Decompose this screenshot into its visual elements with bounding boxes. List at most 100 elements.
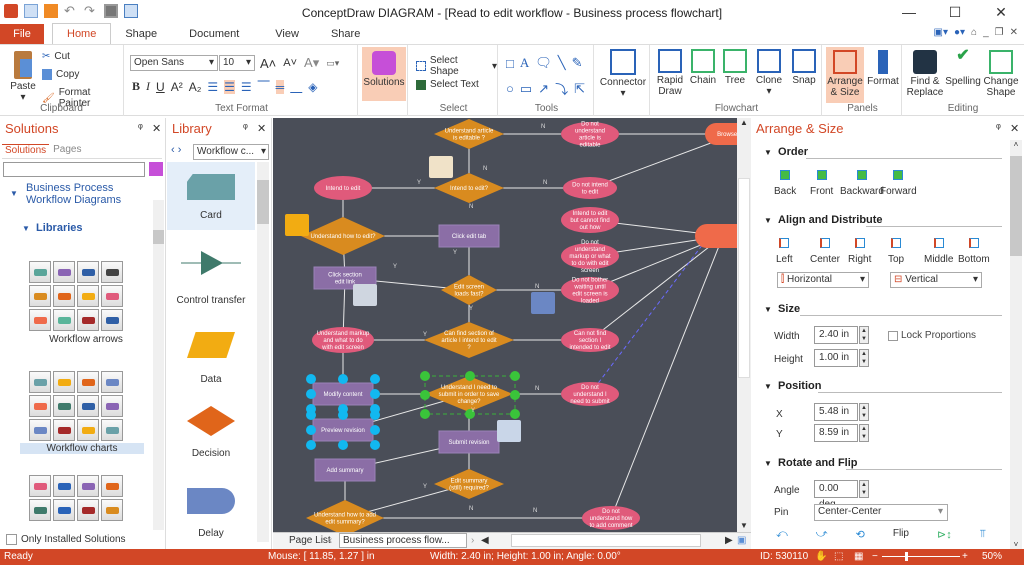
textbox-tool-icon[interactable]: ▭ [520,81,532,97]
selection-handle[interactable] [306,425,316,435]
layout-icon[interactable]: ▣▾ [934,27,948,38]
library-shape-tile[interactable] [53,395,75,417]
library-shape-tile[interactable] [29,475,51,497]
lock-proportions-checkbox[interactable]: Lock Proportions [888,330,976,341]
copy-button[interactable]: Copy [42,69,79,80]
maximize-button[interactable]: ☐ [932,0,978,24]
tab-solutions[interactable]: Solutions [2,144,50,158]
rotate-right-icon[interactable]: ⤻ [816,528,828,541]
tab-view[interactable]: View [257,24,317,44]
pin-select[interactable]: Center-Center ▾ [814,504,948,521]
flow-ellipse[interactable]: Do notunderstand Ineed to submit [561,382,619,406]
height-spinner[interactable]: ▲ ▼ [859,349,869,367]
flip-horizontal-icon[interactable]: ⫪ [980,528,986,541]
flow-ellipse[interactable]: Understand markupand what to dowith edit… [312,327,374,353]
pin-icon[interactable]: ᵠ [138,122,143,134]
library-shape-tile[interactable] [101,261,123,283]
width-input[interactable]: 2.40 in [814,326,858,344]
flow-ellipse[interactable]: Do not botherwaiting untiledit screen is… [561,277,619,305]
selection-handle[interactable] [306,410,316,420]
scroll-right-icon[interactable]: ▶ [725,535,733,546]
zoom-slider[interactable] [882,552,960,561]
close-panel-icon[interactable]: ✕ [1010,122,1019,135]
point-tool-icon[interactable]: ⇱ [574,81,585,97]
selection-handle[interactable] [338,410,348,420]
flow-decision[interactable]: Understand articleis editable ? [434,119,504,149]
collapse-ribbon-icon[interactable]: ⌂ [971,27,977,38]
order-section[interactable]: ▼ Order [764,146,808,158]
tree-button[interactable]: Tree [720,49,750,86]
tab-shape[interactable]: Shape [111,24,171,44]
select-text-button[interactable]: Select Text [416,79,479,90]
library-shape-tile[interactable] [101,395,123,417]
angle-input[interactable]: 0.00 deg [814,480,858,510]
library-item-delay[interactable]: Delay [167,486,255,546]
canvas-vertical-scrollbar[interactable]: ▲ ▼ [737,118,751,532]
library-shape-tile[interactable] [53,499,75,521]
next-page-icon[interactable]: › [471,535,474,546]
flow-decision[interactable]: Can find section ofarticle I intend to e… [424,322,514,358]
snap-button[interactable]: Snap [788,49,820,86]
tab-share[interactable]: Share [317,24,374,44]
font-family-select[interactable]: Open Sans ▾ [130,55,218,71]
library-shape-tile[interactable] [77,285,99,307]
flow-ellipse[interactable]: Do notunderstandmarkup or whatto do with… [561,240,619,274]
selection-handle[interactable] [370,389,380,399]
italic-icon[interactable]: I [146,79,150,94]
vertical-distribute-select[interactable]: ⊟ Vertical ▾ [890,272,982,288]
library-shape-tile[interactable] [29,395,51,417]
canvas-horizontal-scrollbar[interactable] [511,534,701,547]
chain-button[interactable]: Chain [688,49,718,86]
align-section[interactable]: ▼ Align and Distribute [764,214,883,226]
doc-close-icon[interactable]: ✕ [1010,27,1018,38]
solutions-search-input[interactable] [3,162,145,177]
align-bottom-button[interactable]: Bottom [958,238,990,265]
close-button[interactable]: ✕ [978,0,1024,24]
y-input[interactable]: 8.59 in [814,424,858,442]
underline-icon[interactable]: U [156,80,165,94]
zoom-out-button[interactable]: − [872,549,878,565]
flow-ellipse[interactable]: Intend to editbut cannot findout how [561,207,619,233]
bold-icon[interactable]: B [132,79,140,94]
selection-handle[interactable] [338,374,348,384]
font-color-icon[interactable]: A▾ [304,55,319,71]
zoom-area-icon[interactable]: ⬚ [834,549,843,565]
library-shape-tile[interactable] [53,371,75,393]
align-right-icon[interactable]: ☰ [241,80,252,94]
only-installed-checkbox[interactable]: Only Installed Solutions [6,534,126,545]
selection-handle[interactable] [420,390,430,400]
library-shape-tile[interactable] [53,309,75,331]
flow-process[interactable]: Click edit tab [438,224,500,248]
library-shape-tile[interactable] [53,285,75,307]
hand-tool-icon[interactable]: ✋ [815,549,827,565]
library-shape-tile[interactable] [29,499,51,521]
selection-handle[interactable] [420,409,430,419]
align-center-button[interactable]: Center [810,238,840,265]
library-shape-tile[interactable] [77,371,99,393]
library-shape-tile[interactable] [77,499,99,521]
library-shape-tile[interactable] [29,309,51,331]
flip-vertical-icon[interactable]: ⊳↕ [937,528,952,541]
angle-spinner[interactable]: ▲ ▼ [859,480,869,498]
selection-handle[interactable] [306,389,316,399]
library-shape-tile[interactable] [77,475,99,497]
libraries-node[interactable]: ▼ Libraries [22,222,83,234]
arrange-size-button[interactable]: Arrange & Size [826,47,864,103]
flow-ellipse[interactable]: Do not intendto edit [563,177,617,199]
fit-page-icon[interactable]: ▣ [737,535,746,546]
position-section[interactable]: ▼ Position [764,380,821,392]
library-shape-tile[interactable] [53,475,75,497]
flow-terminator[interactable] [695,224,737,248]
page-list-label[interactable]: Page List [289,535,331,546]
flip-button[interactable]: Flip [893,528,909,541]
flow-decision[interactable]: Edit summary(still) required? [434,469,504,499]
flow-ellipse[interactable]: Do notunderstandarticle iseditable [561,122,619,149]
library-workflow-arrows[interactable]: Workflow arrows [28,260,144,345]
font-size-select[interactable]: 10 ▾ [219,55,255,71]
library-scrollbar[interactable] [257,162,269,542]
arc-tool-icon[interactable]: ⤵ [555,79,568,98]
tree-item-business-process[interactable]: ▼ Business Process Workflow Diagrams [10,182,150,206]
prev-page-icon[interactable]: ‹ [329,535,332,546]
library-shape-tile[interactable] [101,371,123,393]
selection-handle[interactable] [465,371,475,381]
